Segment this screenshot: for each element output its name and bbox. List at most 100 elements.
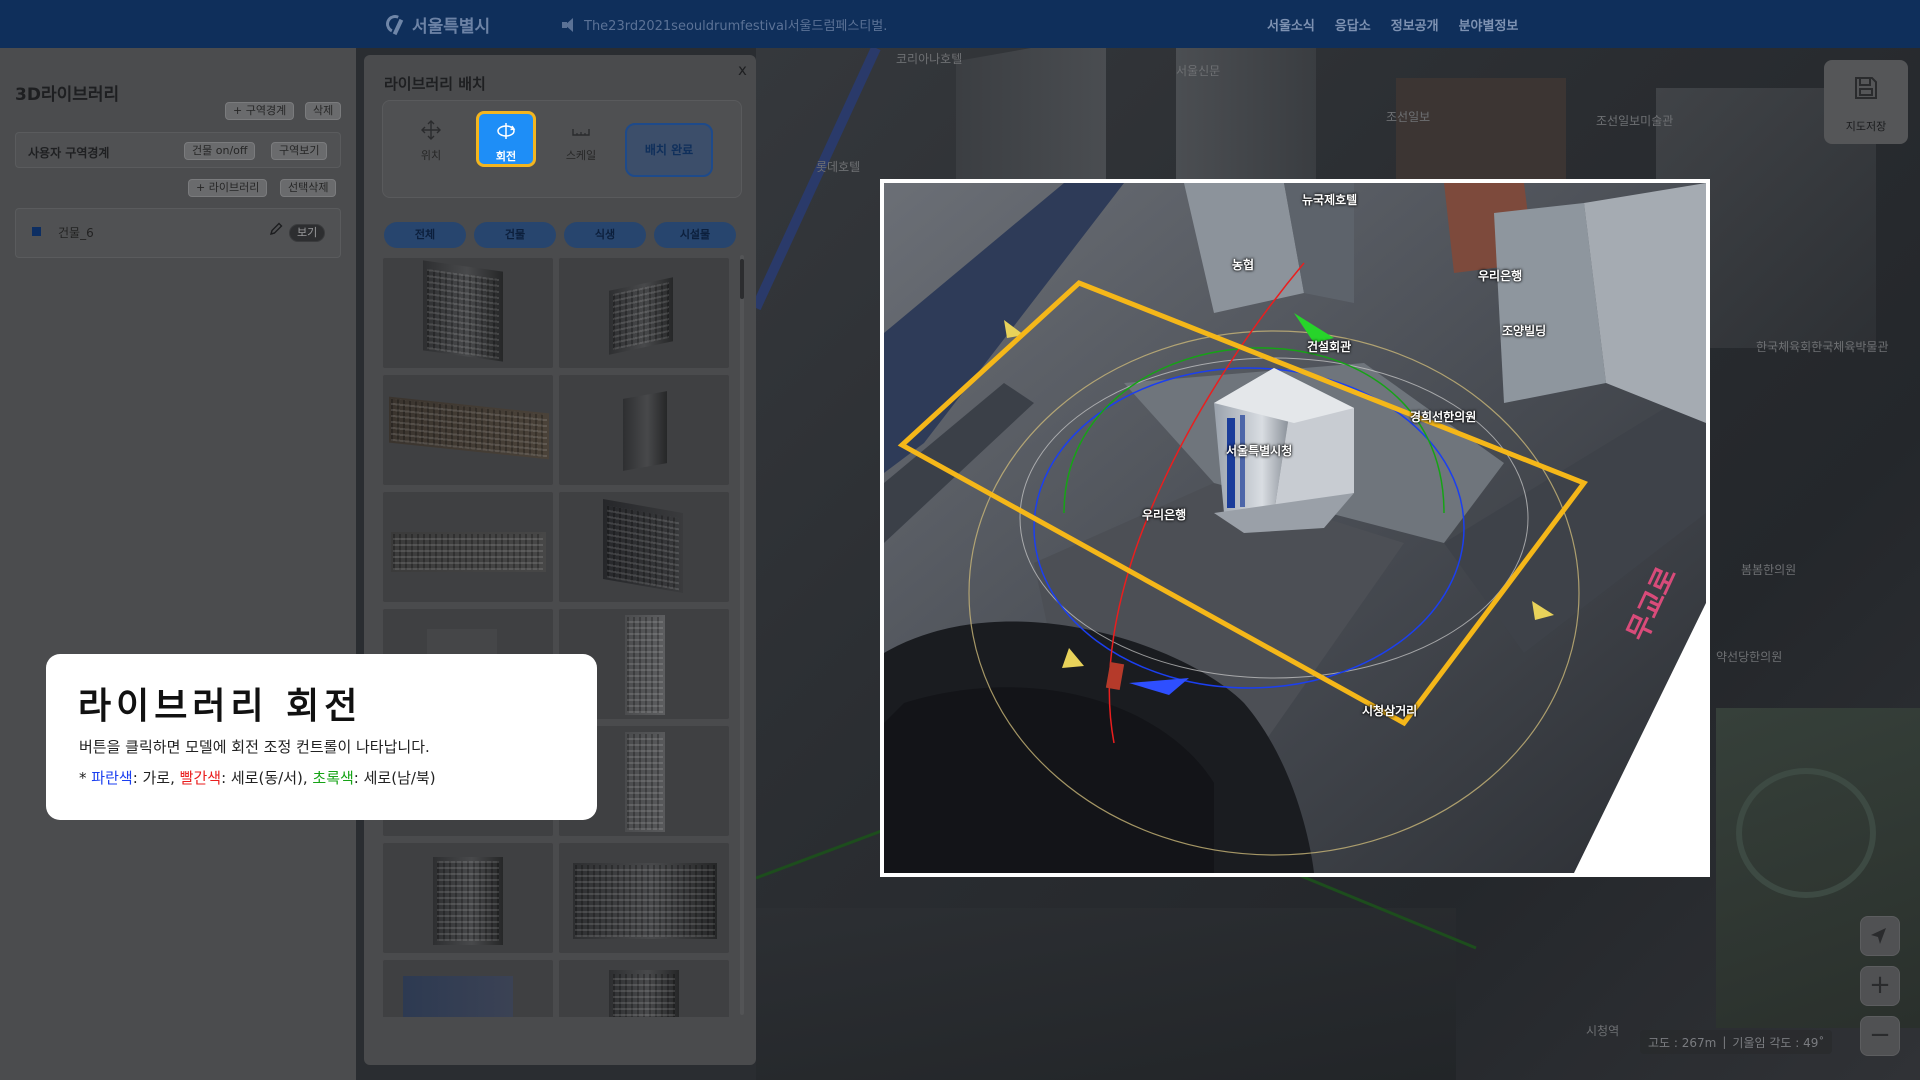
library-placement-panel: 라이브러리 배치 x 위치 회전 스케일 배치 완료 전체 건물 식생 시설물: [364, 55, 756, 1065]
move-button[interactable]: 위치: [401, 113, 461, 169]
item-name: 건물_6: [58, 226, 94, 240]
move-icon: [421, 120, 441, 140]
model-thumbnail[interactable]: [558, 257, 730, 369]
tab-vegetation[interactable]: 식생: [564, 222, 646, 248]
library-item[interactable]: 건물_6 보기: [15, 208, 341, 258]
grid-scroll-thumb[interactable]: [740, 259, 744, 299]
status-separator: |: [1722, 1035, 1727, 1049]
transform-toolbar: 위치 회전 스케일 배치 완료: [382, 100, 742, 198]
map-label: 롯데호텔: [816, 160, 861, 174]
zoom-in-button[interactable]: +: [1860, 966, 1900, 1006]
view-item-button[interactable]: 보기: [289, 224, 326, 242]
scene-label: 조양빌딩: [1502, 324, 1547, 338]
zoom-out-button[interactable]: −: [1860, 1016, 1900, 1056]
map-label: 서울신문: [1176, 64, 1221, 78]
rotate-icon: [497, 123, 516, 139]
tab-facility[interactable]: 시설물: [654, 222, 736, 248]
model-thumbnail[interactable]: [382, 959, 554, 1017]
legend-blue-text: : 가로,: [132, 769, 180, 787]
grid-scrollbar[interactable]: [740, 255, 744, 1015]
model-thumbnail[interactable]: [558, 491, 730, 603]
logo-text: 서울특별시: [412, 16, 491, 37]
model-thumbnail[interactable]: [558, 842, 730, 954]
save-map-button[interactable]: 지도저장: [1824, 60, 1908, 144]
model-thumbnail[interactable]: [558, 374, 730, 486]
user-boundary-row[interactable]: 사용자 구역경계 건물 on/off 구역보기: [15, 132, 341, 168]
view-boundary-button[interactable]: 구역보기: [271, 142, 328, 160]
building-toggle-button[interactable]: 건물 on/off: [184, 142, 256, 160]
nav-response[interactable]: 응답소: [1335, 15, 1371, 34]
legend-blue-word: 파란색: [91, 769, 133, 787]
library-model-grid: [382, 257, 730, 1017]
scene-label: 뉴국제호텔: [1302, 193, 1358, 207]
top-nav: 서울소식 응답소 정보공개 분야별정보: [1267, 15, 1518, 34]
tilt-readout: 기울임 각도 : 49˚: [1732, 1035, 1825, 1050]
seoul-logo-icon: [384, 13, 406, 35]
scene-label: 우리은행: [1478, 269, 1523, 283]
top-header: 서울특별시 The23rd2021seouldrumfestival서울드럼페스…: [0, 0, 1920, 48]
scene-label: 농협: [1232, 258, 1255, 272]
tooltip-description: 버튼을 클릭하면 모델에 회전 조정 컨트롤이 나타납니다.: [79, 738, 430, 756]
model-thumbnail[interactable]: [382, 842, 554, 954]
library-panel-title: 라이브러리 배치: [384, 75, 486, 93]
save-icon: [1855, 77, 1877, 99]
map-label: 시청역: [1586, 1024, 1620, 1038]
compass-button[interactable]: [1860, 916, 1900, 956]
seoul-logo[interactable]: 서울특별시: [384, 10, 490, 38]
legend-prefix: *: [79, 769, 92, 787]
map-label: 봄봄한의원: [1741, 563, 1797, 577]
speaker-icon: [562, 17, 576, 32]
rotation-preview-frame: 무교로 뉴국제호텔 농협 우리은행 조양빌딩 건설회관 경희선한의원 서울특별시…: [880, 179, 1710, 877]
tooltip-title: 라이브러리 회전: [78, 686, 363, 727]
scale-button[interactable]: 스케일: [551, 113, 611, 169]
altitude-readout: 고도 : 267m: [1648, 1035, 1717, 1050]
model-thumbnail[interactable]: [382, 374, 554, 486]
minus-icon: −: [1869, 1020, 1891, 1050]
scene-label: 우리은행: [1142, 508, 1187, 522]
header-notice[interactable]: The23rd2021seouldrumfestival서울드럼페스티벌.: [562, 15, 887, 34]
legend-green-text: : 세로(남/북): [353, 769, 436, 787]
model-thumbnail[interactable]: [558, 959, 730, 1017]
nav-info-disclosure[interactable]: 정보공개: [1391, 15, 1439, 34]
camera-status: 고도 : 267m | 기울임 각도 : 49˚: [1640, 1030, 1833, 1054]
rotate-label: 회전: [495, 150, 517, 163]
rotation-preview-scene[interactable]: 무교로 뉴국제호텔 농협 우리은행 조양빌딩 건설회관 경희선한의원 서울특별시…: [884, 183, 1706, 873]
map-label: 조선일보: [1386, 110, 1431, 124]
library-sidebar: 3D라이브러리 + 구역경계 삭제 사용자 구역경계 건물 on/off 구역보…: [0, 48, 356, 1080]
scale-label: 스케일: [565, 149, 597, 162]
delete-boundary-button[interactable]: 삭제: [305, 102, 342, 120]
category-tabs: 전체 건물 식생 시설물: [384, 222, 736, 248]
tab-building[interactable]: 건물: [474, 222, 556, 248]
notice-text: The23rd2021seouldrumfestival서울드럼페스티벌.: [584, 19, 888, 34]
map-label: 약선당한의원: [1716, 650, 1783, 664]
close-icon[interactable]: x: [738, 61, 747, 79]
rotation-scene-graphics: 무교로: [884, 183, 1706, 873]
scene-label: 건설회관: [1307, 340, 1352, 354]
add-boundary-button[interactable]: + 구역경계: [225, 102, 295, 120]
model-thumbnail[interactable]: [382, 491, 554, 603]
scale-icon: [572, 129, 590, 136]
pencil-icon[interactable]: [268, 221, 284, 237]
item-color-swatch: [32, 227, 41, 236]
rotate-help-tooltip: 라이브러리 회전 버튼을 클릭하면 모델에 회전 조정 컨트롤이 나타납니다. …: [46, 654, 597, 820]
plus-icon: +: [1869, 970, 1891, 1000]
delete-selected-button[interactable]: 선택삭제: [280, 179, 337, 197]
scene-label: 시청삼거리: [1362, 704, 1418, 718]
tooltip-axis-legend: * 파란색: 가로, 빨간색: 세로(동/서), 초록색: 세로(남/북): [79, 767, 436, 788]
nav-field-info[interactable]: 분야별정보: [1459, 15, 1519, 34]
move-label: 위치: [420, 149, 442, 162]
nav-news[interactable]: 서울소식: [1267, 15, 1315, 34]
placement-done-button[interactable]: 배치 완료: [625, 123, 713, 177]
save-map-label: 지도저장: [1845, 120, 1887, 133]
map-label: 조선일보미술관: [1596, 114, 1674, 128]
model-thumbnail[interactable]: [382, 257, 554, 369]
scene-label: 경희선한의원: [1410, 410, 1477, 424]
map-label: 코리아나호텔: [896, 52, 963, 66]
tab-all[interactable]: 전체: [384, 222, 466, 248]
user-boundary-label: 사용자 구역경계: [28, 146, 110, 160]
sidebar-title: 3D라이브러리: [15, 85, 120, 105]
legend-red-word: 빨간색: [179, 769, 222, 787]
rotate-button[interactable]: 회전: [476, 111, 536, 167]
add-library-button[interactable]: + 라이브러리: [188, 179, 268, 197]
compass-icon: [1871, 928, 1886, 944]
